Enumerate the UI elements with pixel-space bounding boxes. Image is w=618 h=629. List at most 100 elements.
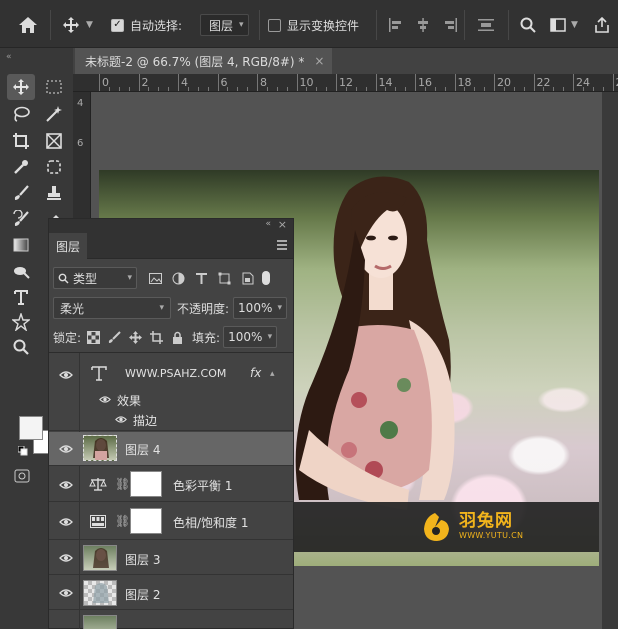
opacity-field[interactable]: 100% ▾ <box>233 297 288 319</box>
filter-pixel-icon[interactable] <box>149 272 162 285</box>
zoom-tool-icon[interactable] <box>7 334 35 360</box>
collapse-icon[interactable]: « <box>265 219 271 229</box>
quick-mask-icon[interactable] <box>14 469 30 486</box>
checkmark-icon[interactable]: ✓ <box>111 18 124 32</box>
filter-type-icon[interactable] <box>195 272 208 285</box>
layer-name[interactable]: 图层 2 <box>125 586 160 603</box>
layer-row-hue-saturation[interactable]: ⛓ 色相/饱和度 1 <box>49 503 293 540</box>
ruler-tick <box>168 87 170 91</box>
close-icon[interactable]: × <box>314 54 324 68</box>
home-icon[interactable] <box>18 14 40 36</box>
filter-adjustment-icon[interactable] <box>172 272 185 285</box>
filter-toggle[interactable] <box>262 271 270 285</box>
ruler-tick <box>415 74 416 91</box>
chain-link-icon[interactable]: ⛓ <box>115 477 130 491</box>
filter-shape-icon[interactable] <box>218 272 231 285</box>
lasso-tool-icon[interactable] <box>7 101 35 127</box>
marquee-tool-icon[interactable] <box>40 74 68 100</box>
layer-filter-row: 类型 ▾ <box>53 267 289 289</box>
horizontal-ruler[interactable]: 02468101214161820222426 <box>73 74 618 92</box>
gradient-tool-icon[interactable] <box>7 232 35 258</box>
foreground-color-swatch[interactable] <box>19 416 43 440</box>
brush-tool-icon[interactable] <box>7 180 35 206</box>
chevron-down-icon[interactable]: ▾ <box>268 332 273 342</box>
layer-name[interactable]: 色彩平衡 1 <box>173 477 232 494</box>
layer-mask-thumbnail[interactable] <box>130 471 162 497</box>
chevron-down-icon[interactable]: ▾ <box>278 303 283 313</box>
align-right-icon[interactable] <box>444 18 458 32</box>
auto-select-checkbox[interactable]: ✓ 自动选择: <box>111 14 182 36</box>
panel-header[interactable]: « × <box>49 218 293 233</box>
close-icon[interactable]: × <box>278 218 287 231</box>
move-tool-icon[interactable] <box>7 74 35 100</box>
ruler-tick <box>484 87 486 91</box>
checkbox-icon[interactable] <box>268 18 281 32</box>
magic-wand-tool-icon[interactable] <box>40 101 68 127</box>
layer-effect-stroke-row[interactable]: 描边 <box>49 409 293 431</box>
crop-tool-icon[interactable] <box>7 128 35 154</box>
layer-filter-dropdown[interactable]: 类型 ▾ <box>53 267 137 289</box>
history-brush-tool-icon[interactable] <box>7 206 35 232</box>
eye-icon[interactable] <box>115 415 127 424</box>
frame-tool-icon[interactable] <box>40 128 68 154</box>
shape-tool-icon[interactable] <box>7 309 35 335</box>
chevron-down-icon[interactable]: ▼ <box>86 20 93 30</box>
eye-icon[interactable] <box>59 370 73 380</box>
search-icon[interactable] <box>520 14 536 36</box>
layer-name[interactable]: WWW.PSAHZ.COM <box>125 367 226 380</box>
lock-image-pixels-icon[interactable] <box>108 330 121 344</box>
stamp-tool-icon[interactable] <box>40 180 68 206</box>
lock-position-icon[interactable] <box>129 330 143 344</box>
eye-icon[interactable] <box>59 444 73 454</box>
eye-icon[interactable] <box>59 588 73 598</box>
layer-name[interactable]: 色相/饱和度 1 <box>173 514 249 531</box>
tab-layers[interactable]: 图层 <box>49 233 87 259</box>
lock-artboard-icon[interactable] <box>150 330 164 344</box>
eye-icon[interactable] <box>59 517 73 527</box>
healing-brush-tool-icon[interactable] <box>40 154 68 180</box>
eyedropper-tool-icon[interactable] <box>7 154 35 180</box>
dodge-tool-icon[interactable] <box>7 258 35 284</box>
lock-transparent-pixels-icon[interactable] <box>87 330 101 344</box>
align-left-icon[interactable] <box>388 18 402 32</box>
ruler-tick <box>247 87 249 91</box>
auto-select-target-dropdown[interactable]: 图层 ▾ <box>200 14 249 36</box>
layer-row-layer2[interactable]: 图层 2 <box>49 576 293 610</box>
layer-name[interactable]: 图层 3 <box>125 551 160 568</box>
layer-thumbnail[interactable] <box>83 545 117 571</box>
document-tab[interactable]: 未标题-2 @ 66.7% (图层 4, RGB/8#) * × <box>75 48 333 74</box>
type-tool-icon[interactable] <box>7 284 35 310</box>
layer-thumbnail[interactable] <box>83 435 117 461</box>
fx-badge[interactable]: fx <box>250 366 261 380</box>
collapse-icon[interactable]: « <box>6 52 12 62</box>
show-transform-checkbox[interactable]: 显示变换控件 <box>268 14 359 36</box>
share-icon[interactable] <box>594 14 610 36</box>
fill-field[interactable]: 100% ▾ <box>223 326 278 348</box>
eye-icon[interactable] <box>59 480 73 490</box>
default-colors-icon[interactable] <box>17 445 28 459</box>
layer-thumbnail[interactable] <box>83 615 117 629</box>
panel-menu-icon[interactable] <box>277 240 287 250</box>
layer-thumbnail[interactable] <box>83 580 117 606</box>
chain-link-icon[interactable]: ⛓ <box>115 514 130 528</box>
chevron-down-icon[interactable]: ▼ <box>571 20 578 30</box>
distribute-icon[interactable] <box>478 14 494 36</box>
layer-row-color-balance[interactable]: ⛓ 色彩平衡 1 <box>49 467 293 502</box>
chevron-up-icon[interactable]: ▴ <box>270 369 275 379</box>
layer-name[interactable]: 图层 4 <box>125 441 160 458</box>
layer-row-layer4[interactable]: 图层 4 <box>49 432 293 466</box>
ruler-tick <box>286 87 288 91</box>
align-center-icon[interactable] <box>416 18 430 32</box>
workspace-icon[interactable]: ▼ <box>550 14 578 36</box>
eye-icon[interactable] <box>59 553 73 563</box>
layer-effects-row[interactable]: 效果 <box>49 391 293 409</box>
filter-smart-object-icon[interactable] <box>241 272 254 285</box>
lock-all-icon[interactable] <box>171 331 184 344</box>
blend-mode-dropdown[interactable]: 柔光 ▾ <box>53 297 171 319</box>
eye-icon[interactable] <box>99 395 111 404</box>
move-tool-icon[interactable]: ▼ <box>62 14 93 36</box>
layer-row-layer3[interactable]: 图层 3 <box>49 541 293 575</box>
layer-row-partial[interactable] <box>49 611 293 629</box>
layer-mask-thumbnail[interactable] <box>130 508 162 534</box>
ruler-tick <box>543 87 545 91</box>
